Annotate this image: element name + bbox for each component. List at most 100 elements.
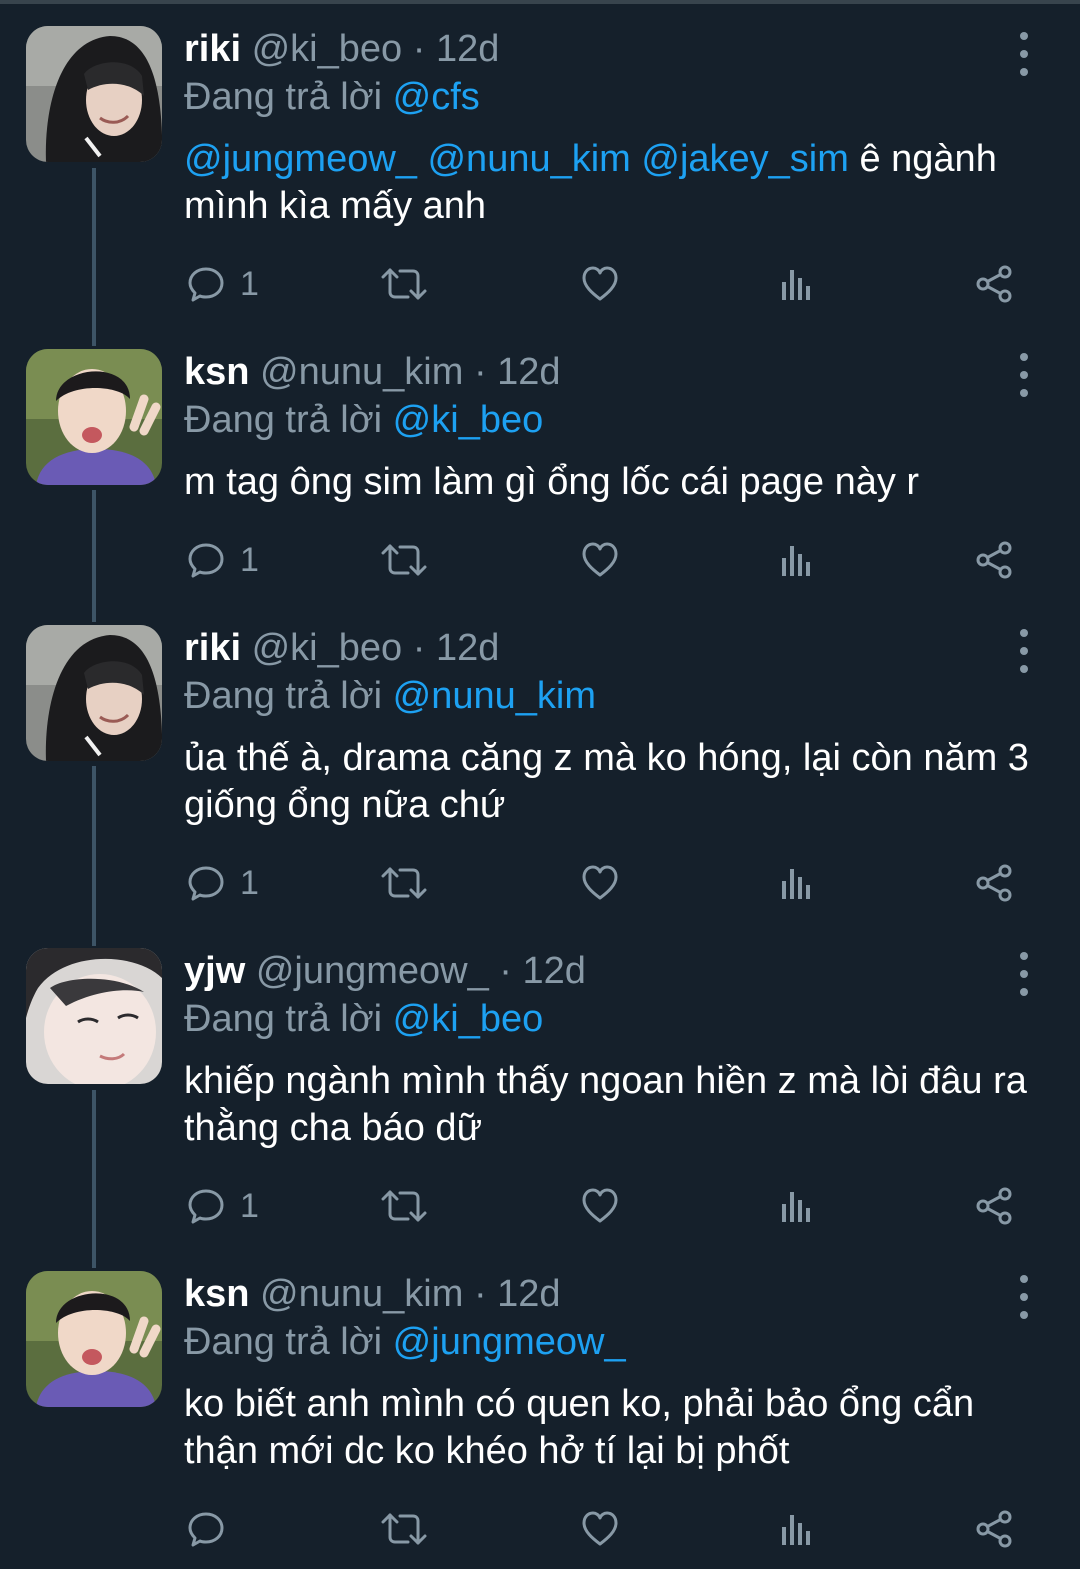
tweet-header: yjw @jungmeow_ · 12d [184, 948, 586, 994]
like-button[interactable] [580, 1505, 620, 1553]
vertical-dots-icon [1020, 32, 1028, 40]
retweet-button[interactable] [380, 1182, 428, 1230]
user-handle[interactable]: @jungmeow_ [256, 950, 489, 992]
share-nodes-icon [974, 540, 1014, 580]
reply-count: 1 [240, 863, 259, 902]
like-button[interactable] [580, 536, 620, 584]
tweet-text: ủa thế à, drama căng z mà ko hóng, lại c… [184, 735, 1044, 829]
tweet-header: riki @ki_beo · 12d [184, 26, 499, 72]
user-handle[interactable]: @nunu_kim [260, 1273, 463, 1315]
reply-to-mention[interactable]: @cfs [393, 76, 480, 118]
mention-link[interactable]: @jakey_sim [641, 138, 849, 180]
tweet-body: khiếp ngành mình thấy ngoan hiền z mà lò… [184, 1060, 1027, 1149]
tweet[interactable]: riki @ki_beo · 12d Đang trả lời @nunu_ki… [0, 599, 1080, 939]
tweet-text: @jungmeow_ @nunu_kim @jakey_sim ê ngành … [184, 136, 1044, 230]
retweet-button[interactable] [380, 859, 428, 907]
share-button[interactable] [974, 1505, 1014, 1553]
display-name[interactable]: ksn [184, 1273, 249, 1315]
replying-to: Đang trả lời @nunu_kim [184, 673, 596, 719]
timestamp[interactable]: · 12d [474, 1273, 561, 1315]
speech-bubble-icon [186, 1186, 226, 1226]
heart-icon [580, 1509, 620, 1549]
retweet-button[interactable] [380, 260, 428, 308]
speech-bubble-icon [186, 540, 226, 580]
display-name[interactable]: riki [184, 28, 241, 70]
more-options-button[interactable] [1004, 629, 1044, 673]
tweet-body: m tag ông sim làm gì ổng lốc cái page nà… [184, 461, 920, 503]
tweet[interactable]: ksn @nunu_kim · 12d Đang trả lời @jungme… [0, 1245, 1080, 1569]
reply-button[interactable]: 1 [186, 859, 259, 907]
display-name[interactable]: riki [184, 627, 241, 669]
retweet-arrows-icon [380, 1509, 428, 1549]
vertical-dots-icon [1020, 629, 1028, 637]
analytics-button[interactable] [776, 536, 816, 584]
timestamp[interactable]: · 12d [413, 627, 500, 669]
avatar[interactable] [26, 26, 162, 162]
avatar[interactable] [26, 625, 162, 761]
reply-to-mention[interactable]: @ki_beo [393, 399, 544, 441]
share-nodes-icon [974, 1186, 1014, 1226]
more-options-button[interactable] [1004, 1275, 1044, 1319]
like-button[interactable] [580, 260, 620, 308]
tweet-body: ủa thế à, drama căng z mà ko hóng, lại c… [184, 737, 1029, 826]
replying-to: Đang trả lời @jungmeow_ [184, 1319, 626, 1365]
avatar[interactable] [26, 1271, 162, 1407]
reply-button[interactable]: 1 [186, 536, 259, 584]
heart-icon [580, 540, 620, 580]
like-button[interactable] [580, 859, 620, 907]
tweet-body: ko biết anh mình có quen ko, phải bảo ổn… [184, 1383, 975, 1472]
replying-to: Đang trả lời @cfs [184, 74, 480, 120]
share-button[interactable] [974, 260, 1014, 308]
tweet[interactable]: riki @ki_beo · 12d Đang trả lời @cfs @ju… [0, 0, 1080, 340]
share-nodes-icon [974, 863, 1014, 903]
avatar[interactable] [26, 349, 162, 485]
bar-chart-icon [776, 540, 816, 580]
tweet-header: riki @ki_beo · 12d [184, 625, 499, 671]
retweet-button[interactable] [380, 536, 428, 584]
mention-link[interactable]: @jungmeow_ [184, 138, 417, 180]
reply-to-mention[interactable]: @jungmeow_ [393, 1321, 626, 1363]
analytics-button[interactable] [776, 260, 816, 308]
tweet[interactable]: yjw @jungmeow_ · 12d Đang trả lời @ki_be… [0, 922, 1080, 1262]
user-handle[interactable]: @nunu_kim [260, 351, 463, 393]
reply-button[interactable] [186, 1505, 240, 1553]
display-name[interactable]: ksn [184, 351, 249, 393]
bar-chart-icon [776, 863, 816, 903]
more-options-button[interactable] [1004, 353, 1044, 397]
share-button[interactable] [974, 536, 1014, 584]
tweet[interactable]: ksn @nunu_kim · 12d Đang trả lời @ki_beo… [0, 323, 1080, 623]
share-button[interactable] [974, 1182, 1014, 1230]
share-button[interactable] [974, 859, 1014, 907]
retweet-button[interactable] [380, 1505, 428, 1553]
retweet-arrows-icon [380, 1186, 428, 1226]
tweet-actions: 1 [184, 536, 1044, 584]
reply-to-mention[interactable]: @ki_beo [393, 998, 544, 1040]
share-nodes-icon [974, 1509, 1014, 1549]
analytics-button[interactable] [776, 859, 816, 907]
reply-to-mention[interactable]: @nunu_kim [393, 675, 596, 717]
reply-button[interactable]: 1 [186, 1182, 259, 1230]
vertical-dots-icon [1020, 1275, 1028, 1283]
tweet-actions [184, 1505, 1044, 1553]
user-handle[interactable]: @ki_beo [252, 28, 403, 70]
analytics-button[interactable] [776, 1505, 816, 1553]
replying-to-label: Đang trả lời [184, 76, 383, 118]
timestamp[interactable]: · 12d [474, 351, 561, 393]
avatar[interactable] [26, 948, 162, 1084]
more-options-button[interactable] [1004, 952, 1044, 996]
analytics-button[interactable] [776, 1182, 816, 1230]
reply-button[interactable]: 1 [186, 260, 259, 308]
mention-link[interactable]: @nunu_kim [427, 138, 630, 180]
share-nodes-icon [974, 264, 1014, 304]
replying-to: Đang trả lời @ki_beo [184, 397, 543, 443]
timestamp[interactable]: · 12d [499, 950, 586, 992]
speech-bubble-icon [186, 264, 226, 304]
display-name[interactable]: yjw [184, 950, 245, 992]
timestamp[interactable]: · 12d [413, 28, 500, 70]
user-handle[interactable]: @ki_beo [252, 627, 403, 669]
more-options-button[interactable] [1004, 32, 1044, 76]
reply-count: 1 [240, 540, 259, 579]
like-button[interactable] [580, 1182, 620, 1230]
reply-count: 1 [240, 264, 259, 303]
heart-icon [580, 1186, 620, 1226]
